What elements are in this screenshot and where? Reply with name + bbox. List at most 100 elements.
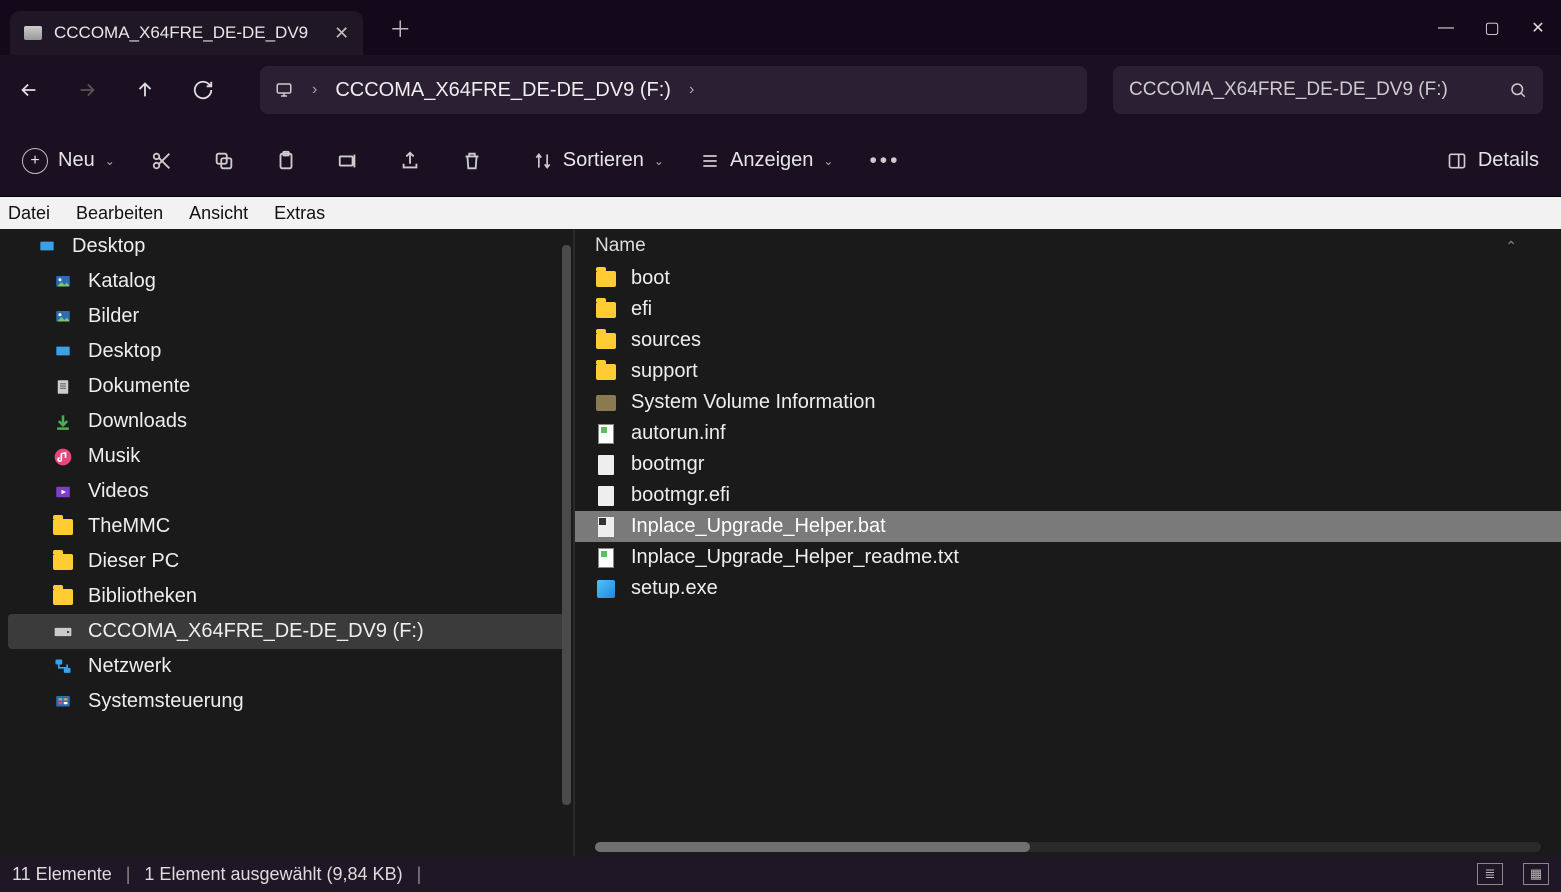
sidebar-item[interactable]: CCCOMA_X64FRE_DE-DE_DV9 (F:) xyxy=(8,614,565,649)
up-button[interactable] xyxy=(134,79,166,101)
folder-locked-icon xyxy=(595,393,617,413)
maximize-button[interactable]: ▢ xyxy=(1469,18,1515,38)
sort-label: Sortieren xyxy=(563,149,644,172)
copy-button[interactable] xyxy=(213,150,239,172)
picture-icon xyxy=(52,307,74,327)
divider: | xyxy=(126,864,131,885)
chevron-right-icon[interactable]: › xyxy=(689,81,694,99)
address-bar[interactable]: › CCCOMA_X64FRE_DE-DE_DV9 (F:) › xyxy=(260,66,1087,114)
desktop-icon xyxy=(52,342,74,362)
sidebar-item-label: Dokumente xyxy=(88,375,190,398)
sidebar-item-label: Katalog xyxy=(88,270,156,293)
view-button[interactable]: Anzeigen ⌄ xyxy=(700,149,833,172)
file-row[interactable]: System Volume Information xyxy=(575,387,1561,418)
scrollbar-thumb[interactable] xyxy=(562,245,571,805)
file-row[interactable]: boot xyxy=(575,263,1561,294)
details-pane-button[interactable]: Details xyxy=(1446,149,1539,172)
document-icon xyxy=(52,377,74,397)
scrollbar-thumb[interactable] xyxy=(595,842,1030,852)
divider: | xyxy=(417,864,422,885)
file-name: bootmgr.efi xyxy=(631,484,730,507)
close-tab-icon[interactable]: ✕ xyxy=(334,23,349,44)
chevron-right-icon[interactable]: › xyxy=(312,81,317,99)
folder-icon xyxy=(595,362,617,382)
music-icon xyxy=(52,447,74,467)
forward-button[interactable] xyxy=(76,79,108,101)
share-button[interactable] xyxy=(399,150,425,172)
new-tab-button[interactable]: ＋ xyxy=(389,12,411,44)
new-button[interactable]: + Neu ⌄ xyxy=(22,148,115,174)
sidebar-item-label: Downloads xyxy=(88,410,187,433)
more-button[interactable]: ••• xyxy=(869,149,895,173)
toolbar: + Neu ⌄ Sortieren ⌄ Anzeigen ⌄ ••• xyxy=(0,125,1561,197)
sidebar-item[interactable]: Bilder xyxy=(0,299,573,334)
sidebar-item-label: Bibliotheken xyxy=(88,585,197,608)
refresh-button[interactable] xyxy=(192,79,224,101)
file-row[interactable]: autorun.inf xyxy=(575,418,1561,449)
sidebar: Desktop Katalog Bilder Desktop Dokumente Down… xyxy=(0,229,575,856)
sidebar-item[interactable]: Bibliotheken xyxy=(0,579,573,614)
sidebar-item-label: Videos xyxy=(88,480,149,503)
sidebar-item[interactable]: Videos xyxy=(0,474,573,509)
view-thumbnails-toggle[interactable]: ▦ xyxy=(1523,863,1549,885)
menu-file[interactable]: Datei xyxy=(8,203,50,224)
sidebar-item[interactable]: Downloads xyxy=(0,404,573,439)
bat-icon xyxy=(595,517,617,537)
minimize-button[interactable]: — xyxy=(1423,19,1469,37)
drive-icon xyxy=(52,622,74,642)
sidebar-item[interactable]: Musik xyxy=(0,439,573,474)
search-icon[interactable] xyxy=(1509,81,1527,99)
download-icon xyxy=(52,412,74,432)
statusbar: 11 Elemente | 1 Element ausgewählt (9,84… xyxy=(0,856,1561,892)
back-button[interactable] xyxy=(18,79,50,101)
file-icon xyxy=(595,486,617,506)
delete-button[interactable] xyxy=(461,150,487,172)
file-row[interactable]: efi xyxy=(575,294,1561,325)
view-details-toggle[interactable]: ≣ xyxy=(1477,863,1503,885)
menubar: Datei Bearbeiten Ansicht Extras xyxy=(0,197,1561,229)
file-row[interactable]: Inplace_Upgrade_Helper_readme.txt xyxy=(575,542,1561,573)
sidebar-item[interactable]: Systemsteuerung xyxy=(0,684,573,719)
column-header-row: Name ⌃ xyxy=(575,229,1561,263)
menu-extras[interactable]: Extras xyxy=(274,203,325,224)
file-row[interactable]: support xyxy=(575,356,1561,387)
menu-view[interactable]: Ansicht xyxy=(189,203,248,224)
sidebar-item-label: Bilder xyxy=(88,305,139,328)
sort-indicator-icon: ⌃ xyxy=(1505,238,1541,255)
view-label: Anzeigen xyxy=(730,149,813,172)
sidebar-item[interactable]: Dokumente xyxy=(0,369,573,404)
sort-icon xyxy=(533,151,553,171)
sidebar-item[interactable]: Katalog xyxy=(0,264,573,299)
column-name[interactable]: Name xyxy=(595,235,1505,257)
details-pane-icon xyxy=(1446,151,1468,171)
file-row[interactable]: bootmgr.efi xyxy=(575,480,1561,511)
paste-button[interactable] xyxy=(275,150,301,172)
txt-icon xyxy=(595,548,617,568)
file-row[interactable]: setup.exe xyxy=(575,573,1561,604)
sidebar-item-label: Musik xyxy=(88,445,140,468)
sidebar-item[interactable]: TheMMC xyxy=(0,509,573,544)
horizontal-scrollbar[interactable] xyxy=(595,842,1541,852)
exe-icon xyxy=(595,579,617,599)
sidebar-item[interactable]: Desktop xyxy=(0,334,573,369)
file-row[interactable]: bootmgr xyxy=(575,449,1561,480)
sidebar-item[interactable]: Netzwerk xyxy=(0,649,573,684)
sidebar-item-label: Desktop xyxy=(72,235,145,258)
close-window-button[interactable]: ✕ xyxy=(1515,18,1561,38)
monitor-icon xyxy=(274,81,294,99)
search-bar[interactable]: CCCOMA_X64FRE_DE-DE_DV9 (F:) xyxy=(1113,66,1543,114)
rename-button[interactable] xyxy=(337,150,363,172)
chevron-down-icon: ⌄ xyxy=(654,154,664,168)
cut-button[interactable] xyxy=(151,150,177,172)
list-icon xyxy=(700,151,720,171)
file-row[interactable]: sources xyxy=(575,325,1561,356)
sidebar-item[interactable]: Desktop xyxy=(0,229,573,264)
sort-button[interactable]: Sortieren ⌄ xyxy=(533,149,664,172)
menu-edit[interactable]: Bearbeiten xyxy=(76,203,163,224)
file-row[interactable]: Inplace_Upgrade_Helper.bat xyxy=(575,511,1561,542)
file-name: Inplace_Upgrade_Helper.bat xyxy=(631,515,886,538)
file-name: autorun.inf xyxy=(631,422,726,445)
network-icon xyxy=(52,657,74,677)
sidebar-item[interactable]: Dieser PC xyxy=(0,544,573,579)
tab[interactable]: CCCOMA_X64FRE_DE-DE_DV9 ✕ xyxy=(10,11,363,55)
